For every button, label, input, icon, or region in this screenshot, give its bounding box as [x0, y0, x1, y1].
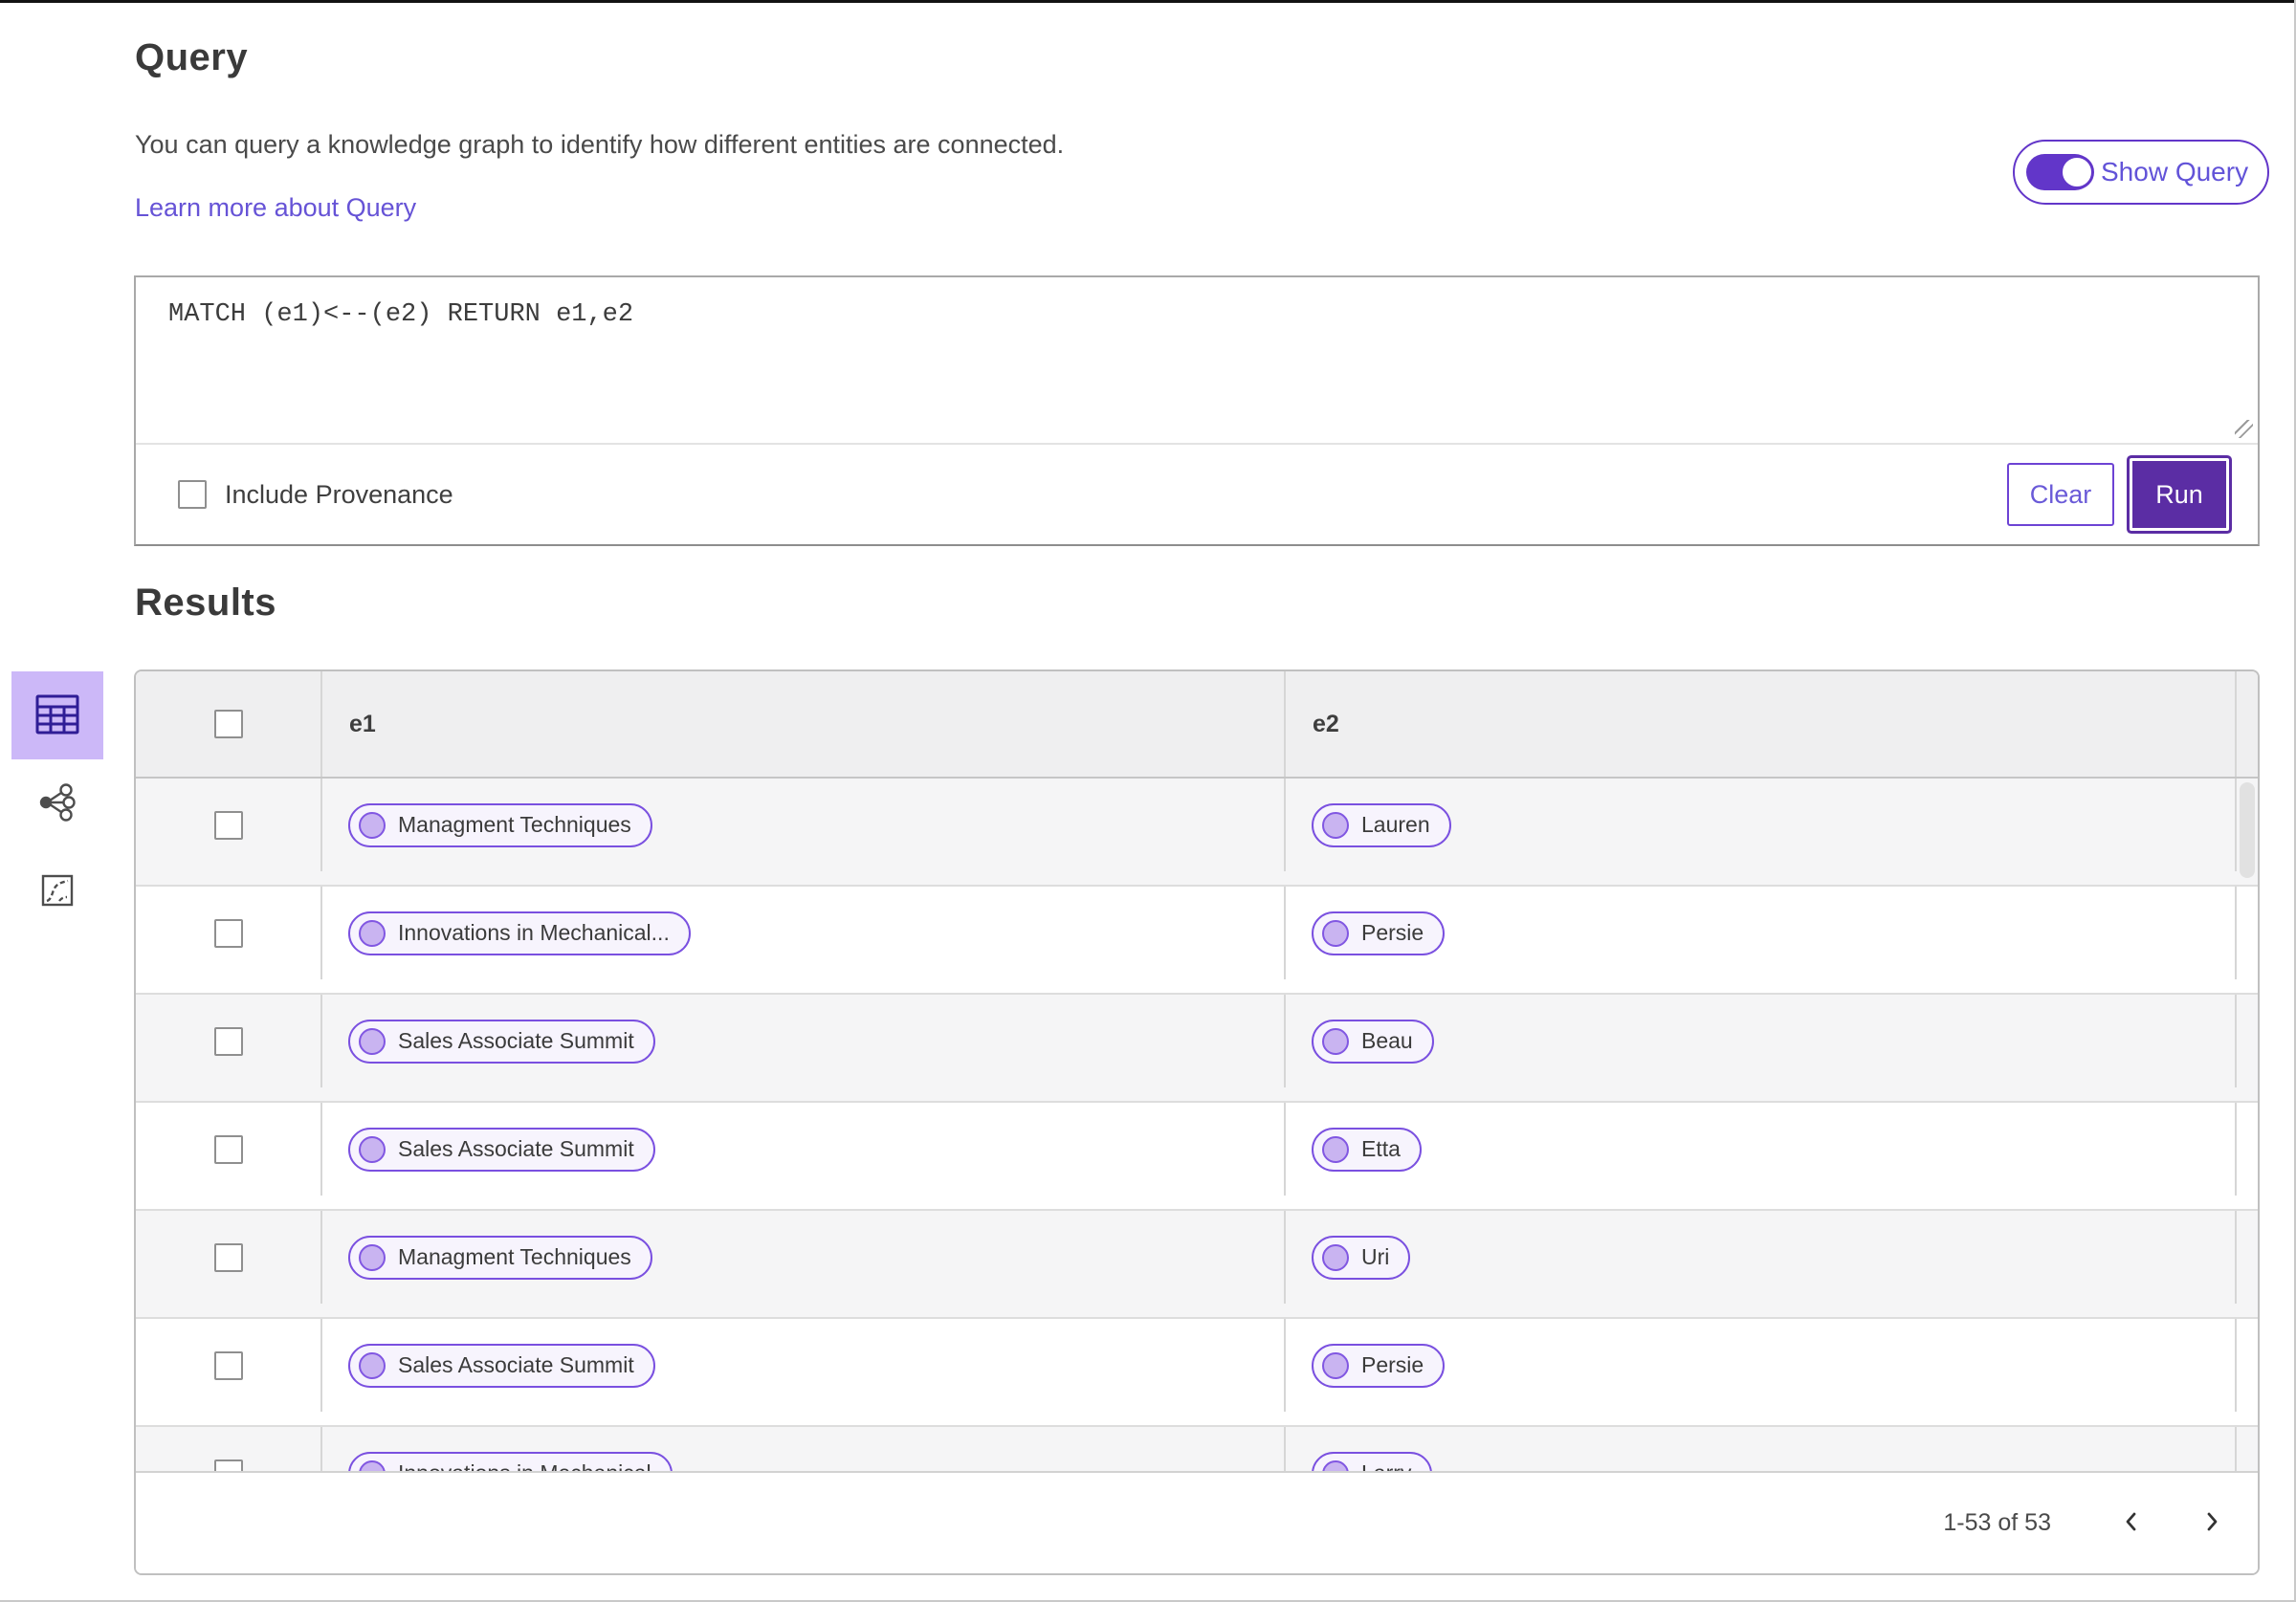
entity-node-icon — [1322, 1243, 1349, 1271]
scrollbar-gutter — [2237, 671, 2258, 777]
entity-pill[interactable]: Persie — [1312, 911, 1446, 955]
table-row: Sales Associate Summit Beau — [136, 995, 2258, 1103]
column-header-e1: e1 — [322, 671, 1286, 777]
knowledge-graph-query-page: Query You can query a knowledge graph to… — [0, 0, 2296, 1602]
entity-label: Managment Techniques — [398, 1244, 631, 1269]
entity-node-icon — [1322, 1135, 1349, 1163]
pagination-bar: 1-53 of 53 — [136, 1471, 2258, 1573]
query-editor-footer: Include Provenance Clear Run — [136, 445, 2258, 544]
entity-node-icon — [1322, 919, 1349, 947]
table-row: Innovations in Mechanical... Persie — [136, 887, 2258, 995]
toggle-knob — [2060, 155, 2094, 189]
table-body: Managment Techniques Lauren Innovations … — [136, 779, 2258, 1535]
learn-more-link[interactable]: Learn more about Query — [135, 193, 416, 223]
entity-label: Sales Associate Summit — [398, 1136, 634, 1161]
entity-pill[interactable]: Innovations in Mechanical... — [348, 911, 691, 955]
table-header-row: e1 e2 — [136, 671, 2258, 779]
entity-pill[interactable]: Beau — [1312, 1019, 1434, 1064]
clear-button[interactable]: Clear — [2007, 463, 2114, 526]
graph-view-button[interactable] — [11, 759, 103, 847]
entity-label: Beau — [1361, 1028, 1413, 1053]
table-row: Managment Techniques Lauren — [136, 779, 2258, 887]
entity-pill[interactable]: Sales Associate Summit — [348, 1019, 655, 1064]
show-query-label: Show Query — [2101, 157, 2249, 187]
entity-label: Sales Associate Summit — [398, 1352, 634, 1377]
entity-node-icon — [359, 1135, 386, 1163]
expand-chart-view-button[interactable] — [11, 847, 103, 935]
row-checkbox[interactable] — [213, 1134, 243, 1164]
column-header-e2: e2 — [1286, 671, 2237, 777]
toggle-on-icon — [2026, 154, 2094, 190]
vertical-scrollbar-thumb[interactable] — [2240, 782, 2255, 878]
table-view-icon — [35, 694, 79, 737]
include-provenance[interactable]: Include Provenance — [178, 480, 453, 510]
entity-label: Etta — [1361, 1136, 1401, 1161]
top-border — [0, 0, 2294, 3]
entity-label: Uri — [1361, 1244, 1390, 1269]
entity-node-icon — [359, 1351, 386, 1379]
next-page-button[interactable] — [2185, 1497, 2239, 1550]
results-view-switcher — [11, 671, 103, 935]
query-input-area: MATCH (e1)<--(e2) RETURN e1,e2 — [136, 277, 2258, 445]
row-checkbox[interactable] — [213, 918, 243, 948]
chevron-left-icon — [2118, 1508, 2145, 1538]
row-checkbox[interactable] — [213, 1026, 243, 1056]
table-row: Managment Techniques Uri — [136, 1211, 2258, 1319]
entity-pill[interactable]: Managment Techniques — [348, 802, 652, 847]
include-provenance-checkbox[interactable] — [178, 480, 207, 509]
table-row: Sales Associate Summit Persie — [136, 1319, 2258, 1427]
row-checkbox[interactable] — [213, 1242, 243, 1272]
entity-pill[interactable]: Uri — [1312, 1235, 1411, 1280]
row-checkbox[interactable] — [213, 810, 243, 840]
results-title: Results — [135, 582, 276, 624]
table-view-button[interactable] — [11, 671, 103, 759]
pagination-range-label: 1-53 of 53 — [1943, 1509, 2051, 1536]
entity-pill[interactable]: Sales Associate Summit — [348, 1343, 655, 1388]
entity-label: Sales Associate Summit — [398, 1028, 634, 1053]
entity-label: Persie — [1361, 1352, 1424, 1377]
entity-node-icon — [1322, 811, 1349, 839]
entity-label: Innovations in Mechanical... — [398, 920, 670, 945]
network-graph-icon — [38, 782, 77, 824]
entity-node-icon — [1322, 1027, 1349, 1055]
entity-label: Lauren — [1361, 812, 1430, 837]
entity-label: Persie — [1361, 920, 1424, 945]
run-button[interactable]: Run — [2130, 458, 2229, 531]
entity-pill[interactable]: Sales Associate Summit — [348, 1127, 655, 1172]
entity-pill[interactable]: Lauren — [1312, 802, 1451, 847]
entity-pill[interactable]: Etta — [1312, 1127, 1422, 1172]
query-input[interactable]: MATCH (e1)<--(e2) RETURN e1,e2 — [136, 277, 2258, 443]
chevron-right-icon — [2198, 1508, 2225, 1538]
page-title: Query — [135, 36, 249, 78]
select-all-checkbox[interactable] — [213, 710, 243, 738]
entity-node-icon — [359, 811, 386, 839]
entity-node-icon — [359, 1027, 386, 1055]
entity-node-icon — [359, 919, 386, 947]
page-description: You can query a knowledge graph to ident… — [135, 130, 1065, 159]
row-checkbox[interactable] — [213, 1350, 243, 1380]
entity-pill[interactable]: Managment Techniques — [348, 1235, 652, 1280]
query-actions: Clear Run — [2007, 458, 2234, 531]
chart-curve-icon — [40, 873, 75, 911]
include-provenance-label: Include Provenance — [225, 479, 453, 509]
entity-node-icon — [359, 1243, 386, 1271]
entity-node-icon — [1322, 1351, 1349, 1379]
previous-page-button[interactable] — [2105, 1497, 2158, 1550]
entity-pill[interactable]: Persie — [1312, 1343, 1446, 1388]
entity-label: Managment Techniques — [398, 812, 631, 837]
resize-handle-icon[interactable] — [2235, 420, 2253, 438]
show-query-toggle[interactable]: Show Query — [2013, 140, 2269, 205]
results-table: e1 e2 Managment Techniques Lauren Innova… — [134, 669, 2260, 1575]
table-row: Sales Associate Summit Etta — [136, 1103, 2258, 1211]
query-editor-card: MATCH (e1)<--(e2) RETURN e1,e2 Include P… — [134, 275, 2260, 546]
